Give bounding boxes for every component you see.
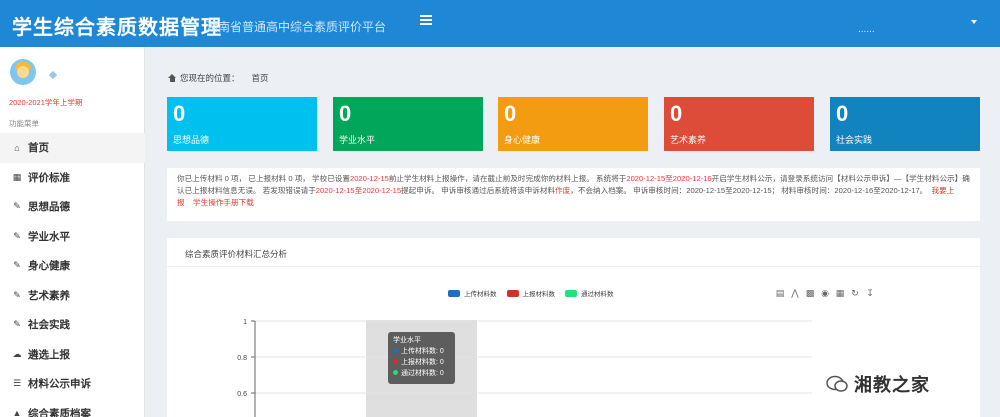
stat-card-arts[interactable]: 0 艺术素养 — [664, 97, 814, 151]
sidebar-item-arts[interactable]: ✎ 艺术素养 — [0, 281, 145, 311]
sidebar-item-label: 思想品德 — [28, 201, 70, 214]
user-menu[interactable]: ...... — [858, 24, 875, 35]
notice-date: 2020-12-15至2020-12-16 — [626, 174, 712, 183]
stat-card-moral[interactable]: 0 思想品德 — [167, 97, 317, 151]
app-title: 学生综合素质数据管理 — [12, 17, 222, 39]
breadcrumb: 您现在的位置： 首页 — [168, 72, 269, 84]
notice-panel: 你已上传材料 0 项， 已上报材料 0 项， 学校已设置2020-12-15前止… — [167, 168, 980, 221]
watermark-text: 湘教之家 — [854, 375, 930, 395]
sidebar-item-appeal[interactable]: ☰ 材料公示申诉 — [0, 369, 145, 399]
sidebar-item-label: 艺术素养 — [28, 289, 70, 302]
sidebar-item-standards[interactable]: ▦ 评价标准 — [0, 163, 145, 193]
sidebar-item-academic[interactable]: ✎ 学业水平 — [0, 222, 145, 252]
stat-card-academic[interactable]: 0 学业水平 — [333, 97, 483, 151]
stat-value: 0 — [339, 101, 352, 126]
map-icon: ▦ — [12, 171, 22, 182]
notice-text: 你已上传材料 0 项， 已上报材料 0 项， 学校已设置 — [177, 174, 350, 183]
y-tick-label: 1 — [243, 319, 247, 326]
notice-date: 2020-12-15至2020-12-15 — [315, 186, 402, 195]
menu-section-label: 功能菜单 — [9, 119, 39, 128]
stat-label: 学业水平 — [339, 135, 376, 145]
notice-text: 提起申诉。 申诉审核通过后系统将该申诉材料 — [401, 186, 556, 195]
sidebar-item-label: 学业水平 — [28, 230, 70, 243]
watermark: 湘教之家 — [826, 371, 930, 397]
y-tick-label: 0.6 — [237, 391, 247, 398]
stat-label: 思想品德 — [173, 135, 210, 145]
notice-text: 前止学生材料上报操作，请在截止前及时完成你的材料上报。 系统将于 — [388, 174, 627, 183]
sidebar: 2020-2021学年上学期 功能菜单 ⌂ 首页 ▦ 评价标准 ✎ 思想品德 ✎… — [0, 47, 145, 417]
stat-label: 社会实践 — [836, 135, 873, 145]
stat-value: 0 — [836, 101, 849, 126]
sidebar-item-label: 评价标准 — [28, 171, 70, 184]
sidebar-item-home[interactable]: ⌂ 首页 — [0, 133, 145, 163]
cloud-upload-icon: ☁ — [12, 348, 22, 359]
stat-card-health[interactable]: 0 身心健康 — [498, 97, 648, 151]
tooltip-row: 上传材料数: 0 — [393, 346, 450, 357]
list-icon: ☰ — [12, 378, 22, 389]
series-dot — [393, 370, 398, 375]
tooltip-row: 通过材料数: 0 — [393, 368, 450, 379]
notice-emphasis: 作废 — [555, 186, 571, 195]
sidebar-item-label: 首页 — [28, 142, 49, 155]
sidebar-item-submit[interactable]: ☁ 遴选上报 — [0, 340, 145, 370]
avatar[interactable] — [10, 59, 36, 85]
stat-label: 身心健康 — [504, 135, 541, 145]
sidebar-item-archive[interactable]: ▲ 综合素质档案 — [0, 399, 145, 417]
chevron-down-icon[interactable] — [971, 20, 977, 24]
notice-text: ，不会纳入档案。 申诉审核时间：2020-12-15至2020-12-15； 材… — [570, 186, 928, 195]
notice-date: 2020-12-15 — [349, 174, 389, 183]
sidebar-item-label: 遴选上报 — [28, 348, 70, 361]
stat-label: 艺术素养 — [670, 135, 707, 145]
current-term: 2020-2021学年上学期 — [9, 98, 83, 107]
sidebar-item-practice[interactable]: ✎ 社会实践 — [0, 310, 145, 340]
stat-value: 0 — [504, 101, 517, 126]
sidebar-item-label: 综合素质档案 — [28, 407, 91, 417]
sidebar-item-label: 材料公示申诉 — [28, 378, 91, 391]
manual-download-link[interactable]: 学生操作手册下载 — [193, 198, 254, 207]
tooltip-row: 上报材料数: 0 — [393, 357, 450, 368]
tooltip-title: 学业水平 — [393, 337, 421, 344]
tooltip-row-text: 通过材料数: 0 — [401, 370, 444, 377]
sidebar-item-moral[interactable]: ✎ 思想品德 — [0, 192, 145, 222]
series-dot — [393, 359, 398, 364]
tooltip-row-text: 上传材料数: 0 — [401, 348, 444, 355]
graduation-cap-icon: ▲ — [12, 408, 22, 417]
stat-card-practice[interactable]: 0 社会实践 — [830, 97, 980, 151]
sidebar-item-label: 社会实践 — [28, 319, 70, 332]
chart-tooltip: 学业水平 上传材料数: 0 上报材料数: 0 通过材料数: 0 — [388, 332, 455, 384]
edit-profile-icon[interactable] — [48, 70, 58, 80]
platform-subtitle: 湖南省普通高中综合素质评价平台 — [206, 20, 387, 34]
edit-icon: ✎ — [13, 260, 21, 271]
sidebar-item-label: 身心健康 — [28, 260, 70, 273]
edit-icon: ✎ — [13, 201, 21, 212]
wechat-icon — [826, 375, 848, 392]
edit-icon: ✎ — [13, 289, 21, 300]
home-icon: ⌂ — [14, 142, 20, 153]
sidebar-item-health[interactable]: ✎ 身心健康 — [0, 251, 145, 281]
top-header: 学生综合素质数据管理 湖南省普通高中综合素质评价平台 ...... — [0, 0, 1000, 47]
breadcrumb-prefix: 您现在的位置： — [180, 73, 240, 83]
stat-value: 0 — [670, 101, 683, 126]
edit-icon: ✎ — [13, 230, 21, 241]
edit-icon: ✎ — [13, 319, 21, 330]
breadcrumb-current[interactable]: 首页 — [252, 72, 269, 84]
home-icon[interactable] — [168, 74, 177, 82]
stat-value: 0 — [173, 101, 186, 126]
sidebar-nav: ⌂ 首页 ▦ 评价标准 ✎ 思想品德 ✎ 学业水平 ✎ 身心健康 ✎ 艺术素养 … — [0, 133, 145, 417]
y-tick-label: 0.8 — [237, 355, 247, 362]
menu-toggle-icon[interactable] — [420, 15, 432, 27]
tooltip-row-text: 上报材料数: 0 — [401, 359, 444, 366]
series-dot — [393, 348, 398, 353]
